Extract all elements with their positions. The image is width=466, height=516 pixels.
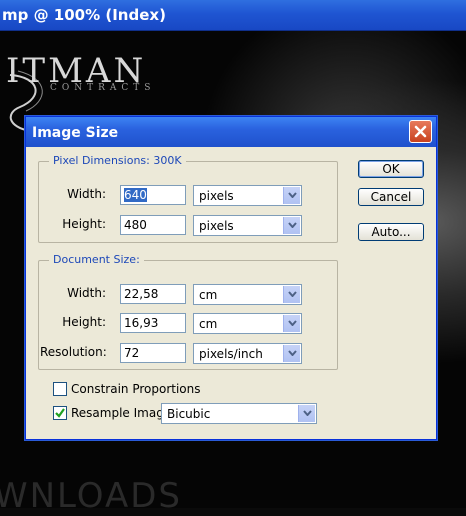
dialog-titlebar[interactable]: Image Size [26,117,436,147]
checkmark-icon [55,408,65,418]
chevron-down-icon [288,291,297,297]
logo-subtext: CONTRACTS [50,83,156,93]
constrain-proportions-checkbox[interactable] [53,382,67,396]
chevron-down-icon [288,350,297,356]
close-button[interactable] [409,120,432,143]
pixel-height-unit-select[interactable]: pixels [193,215,302,236]
doc-width-label: Width: [67,286,106,300]
background-window-title: mp @ 100% (Index) [2,6,166,24]
resolution-input[interactable]: 72 [120,343,186,363]
pixel-height-label: Height: [62,217,106,231]
constrain-proportions-label: Constrain Proportions [71,382,201,396]
pixel-width-input[interactable]: 640 [120,185,186,205]
chevron-down-icon [288,320,297,326]
document-size-legend: Document Size: [49,253,144,266]
resolution-label: Resolution: [40,345,107,359]
doc-height-unit-select[interactable]: cm [193,313,302,334]
close-icon [414,125,427,138]
chevron-down-icon [288,192,297,198]
cancel-button[interactable]: Cancel [358,188,424,206]
ok-button[interactable]: OK [358,160,424,178]
resolution-unit-select[interactable]: pixels/inch [193,343,302,364]
pixel-dimensions-legend: Pixel Dimensions: 300K [49,154,186,167]
pixel-height-input[interactable]: 480 [120,215,186,235]
chevron-down-icon [288,222,297,228]
pixel-width-label: Width: [67,187,106,201]
doc-height-input[interactable]: 16,93 [120,313,186,333]
chevron-down-icon [303,410,312,416]
doc-width-input[interactable]: 22,58 [120,284,186,304]
auto-button[interactable]: Auto... [358,223,424,241]
resample-image-checkbox[interactable] [53,406,67,420]
pixel-dimensions-size: 300K [153,154,182,167]
pixel-width-unit-select[interactable]: pixels [193,185,302,206]
resample-image-label: Resample Image: [71,406,176,420]
background-window-titlebar[interactable]: mp @ 100% (Index) [0,0,466,31]
image-size-dialog: Image Size Pixel Dimensions: 300K Width:… [25,116,437,440]
dialog-body: Pixel Dimensions: 300K Width: 640 pixels… [26,147,436,439]
dialog-title: Image Size [32,125,119,141]
doc-width-unit-select[interactable]: cm [193,284,302,305]
doc-height-label: Height: [62,315,106,329]
resample-method-select[interactable]: Bicubic [161,403,317,424]
background-footer-text: WNLOADS [0,476,182,516]
